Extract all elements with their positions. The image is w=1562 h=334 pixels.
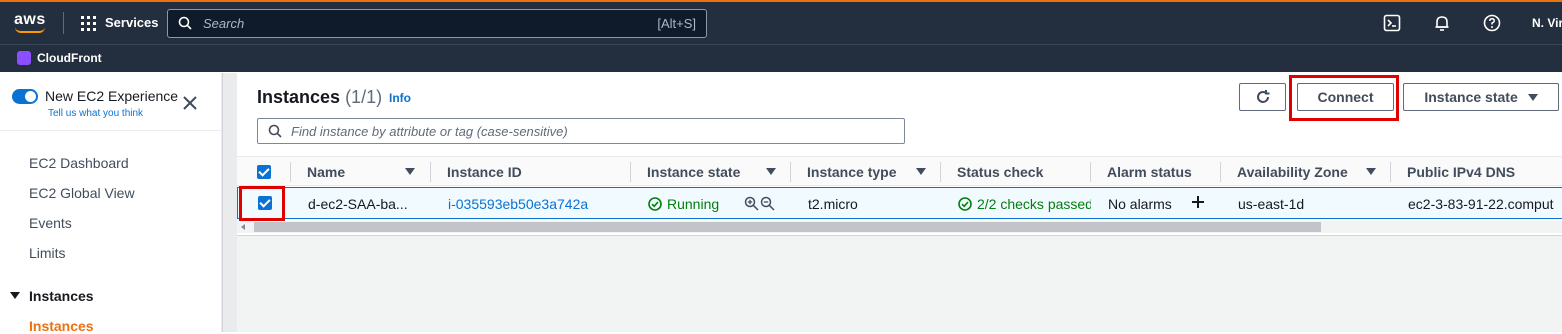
- help-icon[interactable]: [1483, 14, 1501, 32]
- sidebar-section-instances[interactable]: Instances: [10, 288, 94, 304]
- zoom-out-icon[interactable]: [760, 196, 775, 211]
- column-header-instance-type[interactable]: Instance type: [807, 164, 896, 180]
- table-row[interactable]: d-ec2-SAA-ba... i-035593eb50e3a742a Runn…: [237, 187, 1562, 219]
- region-selector[interactable]: N. Vir: [1532, 16, 1562, 30]
- cloudfront-icon[interactable]: [17, 51, 31, 65]
- divider: [63, 12, 64, 34]
- sidebar-item-ec2-global-view[interactable]: EC2 Global View: [29, 185, 135, 201]
- search-placeholder: Search: [203, 16, 245, 31]
- favorite-cloudfront-link[interactable]: CloudFront: [37, 51, 102, 65]
- status-check-text: 2/2 checks passed: [977, 196, 1091, 212]
- column-header-availability-zone[interactable]: Availability Zone: [1237, 164, 1348, 180]
- sort-caret-icon[interactable]: [766, 168, 776, 175]
- search-icon: [178, 16, 192, 30]
- filter-placeholder: Find instance by attribute or tag (case-…: [291, 124, 568, 139]
- cell-instance-state: Running: [648, 196, 719, 212]
- add-alarm-icon[interactable]: [1190, 194, 1206, 210]
- sort-caret-icon[interactable]: [1366, 168, 1376, 175]
- cell-name: d-ec2-SAA-ba...: [308, 196, 408, 212]
- sidebar-item-limits[interactable]: Limits: [29, 245, 66, 261]
- zoom-in-icon[interactable]: [744, 196, 759, 211]
- refresh-icon: [1256, 90, 1269, 103]
- instance-state-label: Instance state: [1424, 89, 1518, 105]
- state-text: Running: [667, 196, 720, 212]
- column-divider: [430, 162, 431, 182]
- column-header-instance-id[interactable]: Instance ID: [447, 164, 522, 180]
- refresh-button[interactable]: [1239, 83, 1286, 111]
- column-divider: [790, 162, 791, 182]
- column-header-instance-state[interactable]: Instance state: [647, 164, 740, 180]
- sidebar: New EC2 Experience Tell us what you thin…: [0, 73, 222, 334]
- column-header-name[interactable]: Name: [307, 164, 345, 180]
- caret-down-icon: [1527, 94, 1538, 101]
- aws-smile-icon: [15, 27, 45, 33]
- sidebar-resize-handle[interactable]: [222, 73, 237, 332]
- new-experience-title: New EC2 Experience: [45, 88, 179, 104]
- cell-availability-zone: us-east-1d: [1238, 196, 1305, 212]
- column-divider: [1390, 162, 1391, 182]
- favorites-bar: CloudFront: [0, 44, 1562, 72]
- cell-public-dns: ec2-3-83-91-22.comput: [1408, 196, 1554, 212]
- column-divider: [940, 162, 941, 182]
- highlight-box-connect: [1289, 75, 1399, 121]
- cell-status-check: 2/2 checks passed: [958, 196, 1091, 212]
- page-title: Instances (1/1): [257, 87, 382, 108]
- instance-id-link[interactable]: i-035593eb50e3a742a: [448, 196, 588, 212]
- check-circle-icon: [958, 197, 972, 211]
- sidebar-section-label: Instances: [29, 288, 94, 304]
- select-all-checkbox[interactable]: [257, 165, 271, 179]
- horizontal-scrollbar[interactable]: [237, 221, 1562, 233]
- instance-count: (1/1): [345, 87, 383, 107]
- column-header-status-check[interactable]: Status check: [957, 164, 1043, 180]
- sidebar-item-events[interactable]: Events: [29, 215, 72, 231]
- instances-panel: Instances (1/1) Info Connect Instance st…: [237, 73, 1562, 236]
- scroll-left-arrow-icon[interactable]: [241, 224, 245, 230]
- column-divider: [1220, 162, 1221, 182]
- close-icon[interactable]: [182, 95, 198, 111]
- cell-alarm-status: No alarms: [1108, 196, 1172, 212]
- title-text: Instances: [257, 87, 341, 107]
- instance-filter-input[interactable]: Find instance by attribute or tag (case-…: [257, 118, 905, 144]
- info-link[interactable]: Info: [389, 91, 411, 105]
- column-header-alarm-status[interactable]: Alarm status: [1107, 164, 1192, 180]
- check-circle-icon: [648, 197, 662, 211]
- top-navigation-bar: aws Services Search [Alt+S] N. Vir: [0, 0, 1562, 44]
- divider: [0, 130, 222, 131]
- column-divider: [290, 162, 291, 182]
- main-content: Instances (1/1) Info Connect Instance st…: [237, 73, 1562, 332]
- search-icon: [268, 124, 282, 138]
- table-header: Name Instance ID Instance state Instance…: [237, 156, 1562, 186]
- sidebar-item-ec2-dashboard[interactable]: EC2 Dashboard: [29, 155, 129, 171]
- highlight-box-row-checkbox: [239, 186, 285, 221]
- new-experience-toggle[interactable]: [12, 89, 38, 104]
- feedback-link[interactable]: Tell us what you think: [48, 108, 143, 119]
- cloudshell-icon[interactable]: [1383, 14, 1401, 32]
- instance-state-dropdown[interactable]: Instance state: [1403, 83, 1559, 111]
- column-header-public-dns[interactable]: Public IPv4 DNS: [1407, 164, 1515, 180]
- services-grid-icon[interactable]: [81, 16, 96, 31]
- cell-instance-type: t2.micro: [808, 196, 858, 212]
- sort-caret-icon[interactable]: [405, 168, 415, 175]
- sort-caret-icon[interactable]: [916, 168, 926, 175]
- search-shortcut: [Alt+S]: [657, 16, 696, 31]
- global-search-input[interactable]: Search [Alt+S]: [167, 9, 707, 38]
- services-menu-button[interactable]: Services: [105, 15, 159, 30]
- caret-down-icon: [10, 292, 20, 299]
- column-divider: [1090, 162, 1091, 182]
- column-divider: [630, 162, 631, 182]
- scrollbar-thumb[interactable]: [254, 222, 1321, 232]
- notifications-bell-icon[interactable]: [1433, 14, 1451, 32]
